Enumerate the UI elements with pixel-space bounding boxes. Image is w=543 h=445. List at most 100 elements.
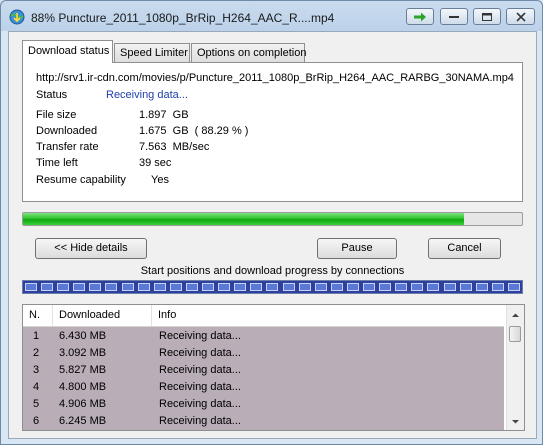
resume-capability-value: Yes	[139, 174, 169, 186]
connection-segment	[347, 283, 359, 291]
title-bar[interactable]: 88% Puncture_2011_1080p_BrRip_H264_AAC_R…	[1, 1, 542, 31]
connection-segment	[41, 283, 53, 291]
restore-button[interactable]	[473, 8, 501, 25]
connection-segment	[122, 283, 134, 291]
column-header-info[interactable]: Info	[152, 305, 504, 326]
connection-segment	[186, 283, 198, 291]
column-header-downloaded[interactable]: Downloaded	[53, 305, 152, 326]
row-info: Receiving data...	[159, 381, 241, 393]
hide-details-button[interactable]: << Hide details	[35, 238, 147, 259]
close-button[interactable]	[506, 8, 535, 25]
tab-label: Options on completion	[197, 47, 307, 59]
row-number: 5	[33, 398, 40, 410]
row-number: 4	[33, 381, 40, 393]
row-number: 1	[33, 330, 40, 342]
connection-segment	[331, 283, 343, 291]
connection-segment	[25, 283, 37, 291]
close-icon	[516, 12, 525, 21]
tab-options-on-completion[interactable]: Options on completion	[191, 43, 307, 62]
tab-download-status[interactable]: Download status	[22, 40, 113, 63]
connections-progress-bar	[22, 280, 523, 294]
download-progress-bar	[22, 212, 523, 226]
restore-icon	[482, 12, 492, 21]
column-header-number[interactable]: N.	[23, 305, 53, 326]
row-downloaded: 5.827 MB	[59, 364, 107, 376]
list-row[interactable]: 4 4.800 MB Receiving data...	[23, 379, 504, 396]
download-window: 88% Puncture_2011_1080p_BrRip_H264_AAC_R…	[0, 0, 543, 445]
globe-download-icon	[9, 9, 25, 25]
list-row[interactable]: 5 4.906 MB Receiving data...	[23, 396, 504, 413]
connection-segment	[395, 283, 407, 291]
row-info: Receiving data...	[159, 415, 241, 427]
connection-segment	[492, 283, 504, 291]
time-left-value: 39 sec	[139, 157, 172, 169]
connection-segment	[154, 283, 166, 291]
scroll-down-icon[interactable]	[510, 416, 521, 427]
row-downloaded: 6.245 MB	[59, 415, 107, 427]
vertical-scrollbar[interactable]	[506, 305, 524, 430]
connection-segment	[250, 283, 262, 291]
status-label: Status	[36, 89, 68, 101]
connection-segment	[460, 283, 472, 291]
connection-segment	[379, 283, 391, 291]
row-number: 2	[33, 347, 40, 359]
connection-segment	[476, 283, 488, 291]
connection-segment	[266, 283, 278, 291]
connection-segment	[411, 283, 423, 291]
tab-label: Download status	[28, 45, 110, 57]
row-number: 6	[33, 415, 40, 427]
file-size-label: File size	[36, 109, 77, 121]
list-row[interactable]: 2 3.092 MB Receiving data...	[23, 345, 504, 362]
row-downloaded: 6.430 MB	[59, 330, 107, 342]
minimize-button[interactable]	[440, 8, 468, 25]
connections-list: N. Downloaded Info 1 6.430 MB Receiving …	[22, 304, 525, 431]
scroll-up-icon[interactable]	[510, 310, 521, 321]
row-info: Receiving data...	[159, 347, 241, 359]
row-downloaded: 4.906 MB	[59, 398, 107, 410]
list-header: N. Downloaded Info	[23, 305, 504, 327]
to-tray-button[interactable]	[406, 8, 434, 25]
connection-segment	[444, 283, 456, 291]
connection-segment	[105, 283, 117, 291]
pause-button[interactable]: Pause	[317, 238, 397, 259]
tab-speed-limiter[interactable]: Speed Limiter	[114, 43, 190, 62]
file-size-value: 1.897 GB	[139, 109, 189, 121]
row-downloaded: 4.800 MB	[59, 381, 107, 393]
row-info: Receiving data...	[159, 330, 241, 342]
connection-segment	[283, 283, 295, 291]
window-title: 88% Puncture_2011_1080p_BrRip_H264_AAC_R…	[31, 11, 335, 25]
transfer-rate-value: 7.563 MB/sec	[139, 141, 210, 153]
list-row[interactable]: 6 6.245 MB Receiving data...	[23, 413, 504, 430]
connection-segment	[57, 283, 69, 291]
connection-segment	[202, 283, 214, 291]
status-value: Receiving data...	[106, 89, 188, 101]
scrollbar-thumb[interactable]	[509, 326, 521, 342]
connection-segment	[234, 283, 246, 291]
connection-segment	[89, 283, 101, 291]
downloaded-label: Downloaded	[36, 125, 98, 137]
download-url: http://srv1.ir-cdn.com/movies/p/Puncture…	[36, 72, 514, 84]
tab-label: Speed Limiter	[120, 47, 188, 59]
row-info: Receiving data...	[159, 364, 241, 376]
row-number: 3	[33, 364, 40, 376]
connection-segment	[170, 283, 182, 291]
connection-segment	[299, 283, 311, 291]
list-row[interactable]: 3 5.827 MB Receiving data...	[23, 362, 504, 379]
connection-segment	[315, 283, 327, 291]
transfer-rate-label: Transfer rate	[36, 141, 99, 153]
download-status-panel: http://srv1.ir-cdn.com/movies/p/Puncture…	[22, 62, 523, 202]
progress-fill	[23, 213, 464, 225]
minimize-icon	[449, 15, 459, 18]
client-area: Download status Speed Limiter Options on…	[8, 31, 537, 439]
cancel-button[interactable]: Cancel	[428, 238, 501, 259]
row-info: Receiving data...	[159, 398, 241, 410]
connection-segment	[73, 283, 85, 291]
green-arrow-icon	[414, 12, 426, 21]
connection-segment	[218, 283, 230, 291]
time-left-label: Time left	[36, 157, 78, 169]
row-downloaded: 3.092 MB	[59, 347, 107, 359]
list-rows: 1 6.430 MB Receiving data... 2 3.092 MB …	[23, 327, 504, 430]
connection-segment	[138, 283, 150, 291]
list-row[interactable]: 1 6.430 MB Receiving data...	[23, 328, 504, 345]
connection-segment	[427, 283, 439, 291]
